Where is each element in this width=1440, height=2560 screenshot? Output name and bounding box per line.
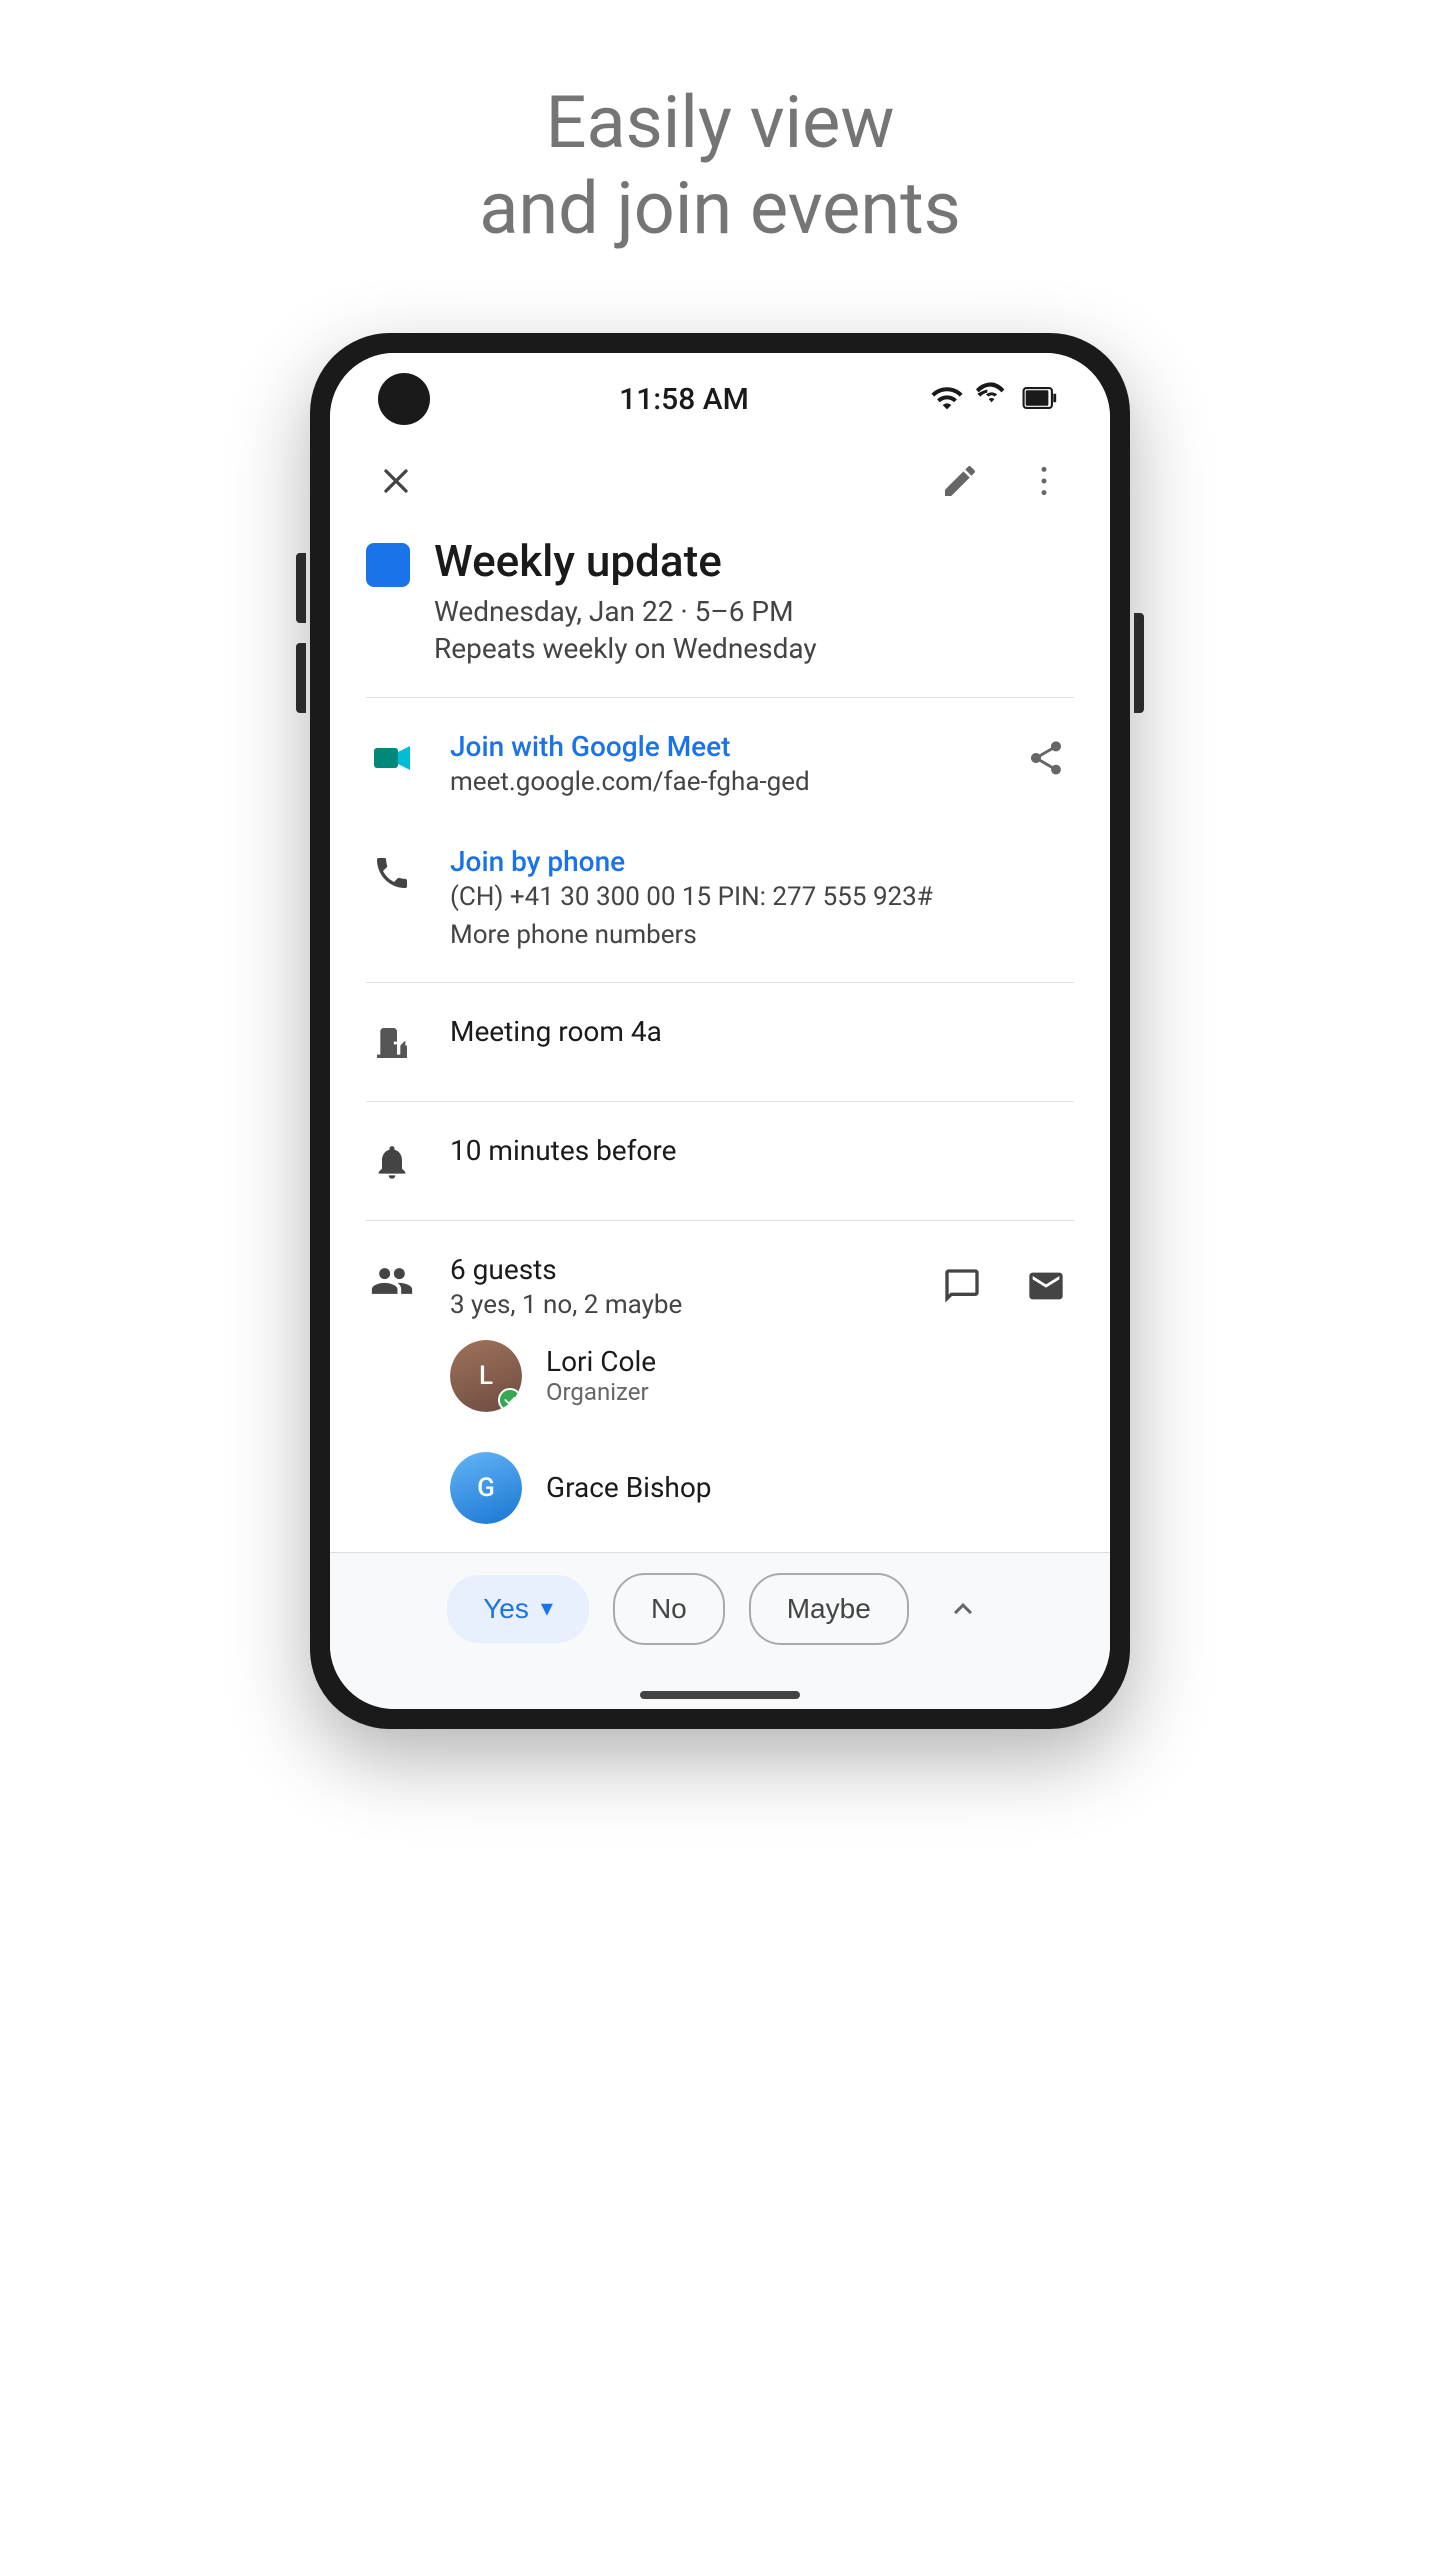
accepted-badge [498,1388,522,1412]
divider-3 [366,1101,1074,1102]
location-row: Meeting room 4a [366,991,1074,1093]
event-details: Weekly update Wednesday, Jan 22 · 5–6 PM… [434,535,817,665]
home-bar [640,1691,800,1699]
event-header: Weekly update Wednesday, Jan 22 · 5–6 PM… [366,535,1074,665]
phone-icon [366,847,418,899]
meet-url: meet.google.com/fae-fgha-ged [450,767,986,797]
rsvp-maybe-label: Maybe [787,1593,871,1625]
google-meet-icon [366,732,418,784]
rsvp-no-label: No [651,1593,687,1625]
battery-icon [1022,381,1062,419]
guests-content: 6 guests 3 yes, 1 no, 2 maybe [450,1253,1074,1544]
guests-action-icons [934,1258,1074,1314]
rsvp-yes-label: Yes [483,1593,529,1625]
guests-rsvp: 3 yes, 1 no, 2 maybe [450,1290,934,1320]
collapse-button[interactable] [933,1579,993,1639]
guests-header: 6 guests 3 yes, 1 no, 2 maybe [450,1253,1074,1320]
power-button [1134,613,1144,713]
phone-content: Join by phone (CH) +41 30 300 00 15 PIN:… [450,845,1074,950]
guest-avatar-lori: L [450,1340,522,1412]
location-icon [366,1017,418,1069]
message-guests-button[interactable] [934,1258,990,1314]
guests-count: 6 guests [450,1253,934,1286]
status-icons [930,381,1062,419]
meet-row: Join with Google Meet meet.google.com/fa… [366,706,1074,821]
location-label: Meeting room 4a [450,1015,1074,1048]
reminder-label: 10 minutes before [450,1134,1074,1167]
location-content: Meeting room 4a [450,1015,1074,1048]
guest-row-grace: G Grace Bishop [450,1432,1074,1544]
status-bar: 11:58 AM [330,353,1110,435]
rsvp-maybe-button[interactable]: Maybe [749,1573,909,1645]
guest-avatar-grace: G [450,1452,522,1524]
phone-screen: 11:58 AM [330,353,1110,1709]
divider-1 [366,697,1074,698]
phone-number: (CH) +41 30 300 00 15 PIN: 277 555 923# [450,882,1074,912]
signal-icon [976,381,1010,419]
event-datetime: Wednesday, Jan 22 · 5–6 PM [434,595,817,628]
event-content: Weekly update Wednesday, Jan 22 · 5–6 PM… [330,527,1110,1552]
event-repeat: Repeats weekly on Wednesday [434,632,817,665]
rsvp-bar: Yes ▾ No Maybe [330,1552,1110,1677]
phone-shell: 11:58 AM [310,333,1130,1729]
guest-name-lori: Lori Cole [546,1345,656,1378]
rsvp-yes-button[interactable]: Yes ▾ [447,1575,589,1643]
close-button[interactable] [366,451,426,511]
event-color-indicator [366,543,410,587]
phone-join-label[interactable]: Join by phone [450,845,1074,878]
guest-row-lori: L Lori Cole Organizer [450,1320,1074,1432]
vol-button-down [296,643,306,713]
divider-2 [366,982,1074,983]
home-indicator [330,1677,1110,1709]
meet-share-button[interactable] [1018,730,1074,786]
reminder-content: 10 minutes before [450,1134,1074,1167]
event-title: Weekly update [434,535,817,587]
tagline-line2: and join events [479,166,961,251]
meet-join-label[interactable]: Join with Google Meet [450,730,986,763]
camera-notch [378,373,430,425]
reminder-row: 10 minutes before [366,1110,1074,1212]
guest-details-lori: Lori Cole Organizer [546,1345,656,1406]
rsvp-no-button[interactable]: No [613,1573,725,1645]
guests-info: 6 guests 3 yes, 1 no, 2 maybe [450,1253,934,1320]
guest-name-grace: Grace Bishop [546,1471,712,1504]
status-time: 11:58 AM [619,382,749,417]
tagline: Easily view and join events [479,80,961,253]
divider-4 [366,1220,1074,1221]
guests-icon [366,1255,418,1307]
guests-row: 6 guests 3 yes, 1 no, 2 maybe [366,1229,1074,1552]
toolbar-actions [930,451,1074,511]
more-options-button[interactable] [1014,451,1074,511]
phone-row: Join by phone (CH) +41 30 300 00 15 PIN:… [366,821,1074,974]
edit-button[interactable] [930,451,990,511]
guest-role-lori: Organizer [546,1378,656,1406]
app-toolbar [330,435,1110,527]
tagline-line1: Easily view [546,80,895,165]
guest-details-grace: Grace Bishop [546,1471,712,1504]
vol-button-up [296,553,306,623]
more-phone-numbers[interactable]: More phone numbers [450,920,1074,950]
meet-content: Join with Google Meet meet.google.com/fa… [450,730,986,797]
rsvp-yes-dropdown-icon: ▾ [541,1594,553,1623]
email-guests-button[interactable] [1018,1258,1074,1314]
bell-icon [366,1136,418,1188]
phone-wrapper: 11:58 AM [310,333,1130,2033]
wifi-icon [930,381,964,419]
